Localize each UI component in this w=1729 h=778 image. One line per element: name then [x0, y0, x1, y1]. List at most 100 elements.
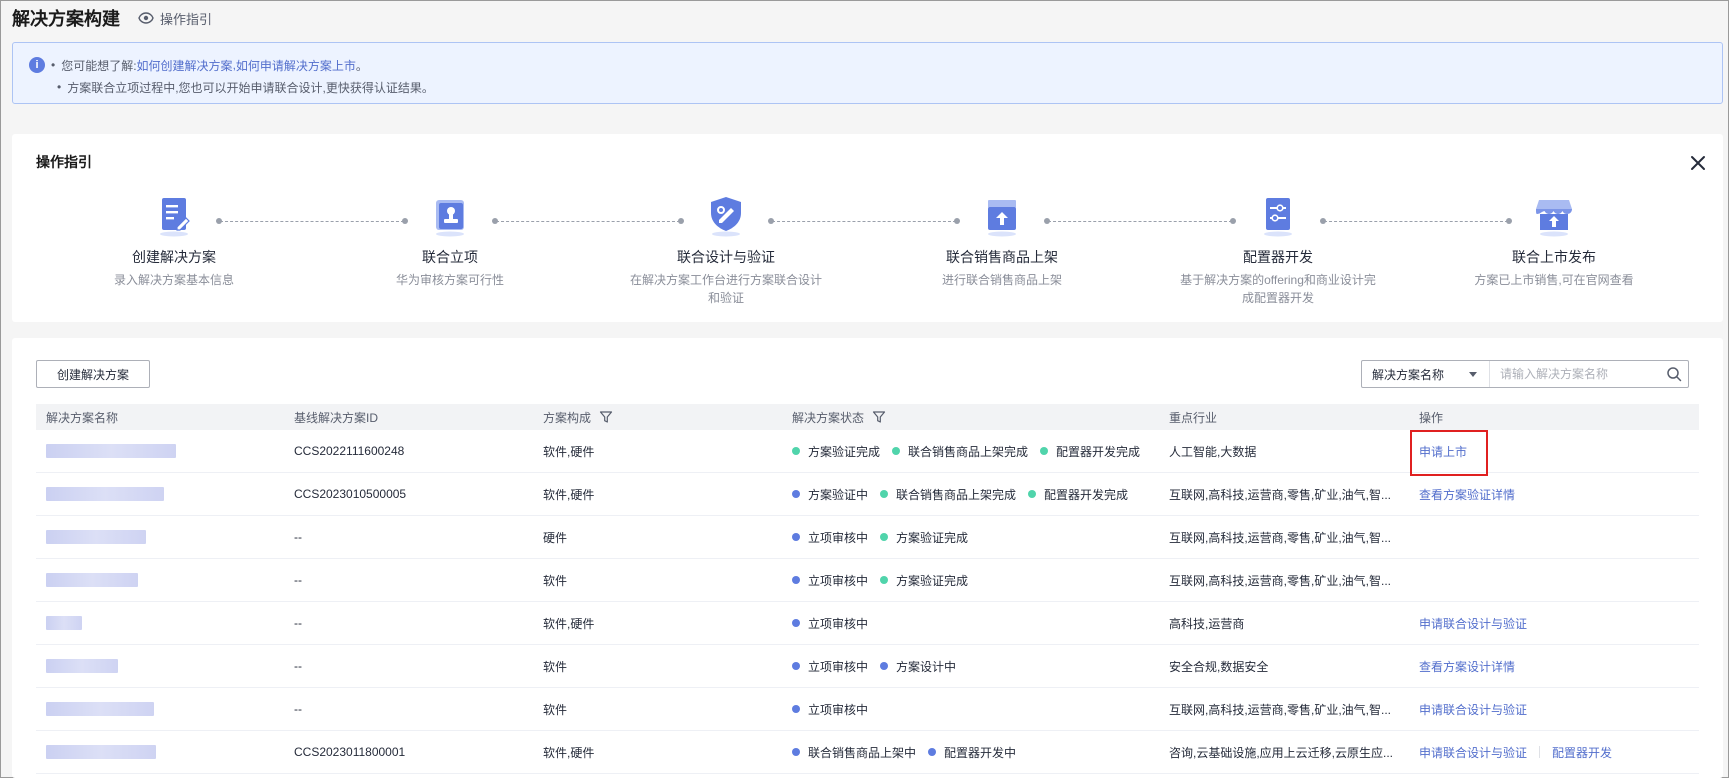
- status-dot-icon: [792, 619, 800, 627]
- column-header: 操作: [1419, 410, 1444, 425]
- bullet: •: [51, 58, 56, 72]
- redacted-solution-name[interactable]: [46, 745, 156, 759]
- guide-step-design: 联合设计与验证 在解决方案工作台进行方案联合设计和验证: [626, 194, 826, 307]
- status-badge: 联合销售商品上架中: [792, 744, 916, 761]
- search-input[interactable]: [1490, 361, 1660, 387]
- create-solution-button[interactable]: 创建解决方案: [36, 360, 150, 388]
- status-label: 立项审核中: [808, 659, 869, 674]
- step-title: 联合上市发布: [1512, 249, 1596, 265]
- base-id-cell: CCS2022111600248: [294, 444, 405, 458]
- status-cell: 立项审核中 方案设计中: [782, 645, 1159, 687]
- base-id-cell: CCS2023010500005: [294, 487, 407, 501]
- search-icon[interactable]: [1660, 361, 1688, 387]
- status-label: 立项审核中: [808, 530, 869, 545]
- redacted-solution-name[interactable]: [46, 444, 176, 458]
- solution-name-cell[interactable]: [36, 473, 284, 515]
- row-action-link[interactable]: 申请联合设计与验证: [1419, 701, 1527, 718]
- table-row: -- 软件 立项审核中 互联网,高科技,运营商,零售,矿业,油气,智... 申请联合设计…: [36, 688, 1699, 731]
- base-id-cell: --: [294, 530, 302, 544]
- status-dot-icon: [880, 490, 889, 498]
- base-id-cell: --: [294, 659, 302, 673]
- filter-icon[interactable]: [599, 410, 613, 424]
- actions-cell: 查看方案设计详情: [1409, 645, 1699, 687]
- status-dot-icon: [880, 533, 889, 541]
- redacted-solution-name[interactable]: [46, 573, 138, 587]
- step-desc: 在解决方案工作台进行方案联合设计和验证: [629, 273, 822, 305]
- solution-name-cell[interactable]: [36, 559, 284, 601]
- search-field-select[interactable]: 解决方案名称: [1362, 361, 1490, 387]
- close-icon[interactable]: [1689, 154, 1707, 172]
- status-label: 立项审核中: [808, 616, 869, 631]
- status-label: 方案验证中: [808, 487, 869, 502]
- industry-cell: 互联网,高科技,运营商,零售,矿业,油气,智...: [1169, 530, 1392, 545]
- step-title: 联合设计与验证: [677, 249, 775, 265]
- highlight-annotation: [1410, 430, 1488, 476]
- row-action-link[interactable]: 查看方案设计详情: [1419, 658, 1515, 675]
- status-dot-icon: [792, 490, 800, 498]
- status-label: 立项审核中: [808, 573, 869, 588]
- redacted-solution-name[interactable]: [46, 702, 154, 716]
- action-divider: [1539, 746, 1541, 758]
- solution-name-cell[interactable]: [36, 731, 284, 773]
- status-label: 方案验证完成: [896, 530, 969, 545]
- info-suffix: 。: [355, 58, 368, 73]
- row-action-link[interactable]: 查看方案验证详情: [1419, 486, 1515, 503]
- table-row: CCS2023010500005 软件,硬件 方案验证中 联合销售商品上架完成 配置器开…: [36, 473, 1699, 516]
- guide-toggle-link[interactable]: 操作指引: [138, 9, 212, 28]
- column-header: 基线解决方案ID: [294, 410, 379, 425]
- store-publish-icon: [1536, 200, 1572, 237]
- solution-name-cell[interactable]: [36, 645, 284, 687]
- redacted-solution-name[interactable]: [46, 659, 118, 673]
- status-label: 配置器开发完成: [1056, 444, 1141, 459]
- status-dot-icon: [792, 576, 800, 584]
- search-field-value: 解决方案名称: [1372, 367, 1445, 382]
- solution-name-cell[interactable]: [36, 430, 284, 472]
- solution-name-cell[interactable]: [36, 688, 284, 730]
- actions-cell: [1409, 559, 1699, 601]
- row-action-link[interactable]: 申请联合设计与验证: [1419, 615, 1527, 632]
- info-text-2: 方案联合立项过程中,您也可以开始申请联合设计,更快获得认证结果。: [67, 80, 434, 95]
- page-header: 解决方案构建 操作指引: [12, 6, 212, 30]
- status-dot-icon: [880, 662, 889, 670]
- solution-list-panel: 创建解决方案 解决方案名称 解决方案名称 基线解决方案ID 方案构成 解决方案状…: [12, 338, 1723, 778]
- how-to-create-link[interactable]: 如何创建解决方案: [137, 57, 233, 74]
- search-box: 解决方案名称: [1361, 360, 1689, 388]
- industry-cell: 人工智能,大数据: [1169, 444, 1257, 459]
- actions-cell: 申请联合设计与验证 配置器开发: [1409, 731, 1699, 773]
- filter-icon[interactable]: [872, 410, 886, 424]
- status-dot-icon: [928, 748, 937, 756]
- chevron-down-icon: [1469, 372, 1477, 377]
- guide-toggle-label: 操作指引: [160, 11, 213, 27]
- redacted-solution-name[interactable]: [46, 487, 164, 501]
- status-cell: 立项审核中 方案验证完成: [782, 516, 1159, 558]
- status-label: 方案验证完成: [808, 444, 881, 459]
- industry-cell: 高科技,运营商: [1169, 616, 1245, 631]
- document-edit-icon: [160, 198, 190, 237]
- row-action-link[interactable]: 配置器开发: [1552, 744, 1612, 761]
- status-badge: 方案验证完成: [880, 529, 968, 546]
- redacted-solution-name[interactable]: [46, 616, 82, 630]
- status-badge: 立项审核中: [792, 701, 868, 718]
- table-row: -- 硬件 立项审核中 方案验证完成 互联网,高科技,运营商,零售,矿业,油气,智...: [36, 516, 1699, 559]
- status-dot-icon: [792, 705, 800, 713]
- status-badge: 方案验证中: [792, 486, 868, 503]
- solution-name-cell[interactable]: [36, 516, 284, 558]
- status-dot-icon: [892, 447, 901, 455]
- row-action-link[interactable]: 申请联合设计与验证: [1419, 744, 1527, 761]
- info-line-1: i • 您可能想了解: 如何创建解决方案 , 如何申请解决方案上市 。: [29, 54, 1722, 76]
- step-title: 联合销售商品上架: [946, 249, 1058, 265]
- actions-cell: 查看方案验证详情: [1409, 473, 1699, 515]
- guide-panel-title: 操作指引: [36, 154, 92, 170]
- status-dot-icon: [792, 533, 800, 541]
- how-to-launch-link[interactable]: 如何申请解决方案上市: [236, 57, 356, 74]
- redacted-solution-name[interactable]: [46, 530, 146, 544]
- info-banner: i • 您可能想了解: 如何创建解决方案 , 如何申请解决方案上市 。 • 方案…: [12, 42, 1723, 104]
- composition-cell: 软件,硬件: [543, 745, 595, 760]
- status-dot-icon: [792, 447, 800, 455]
- status-cell: 立项审核中: [782, 688, 1159, 730]
- status-label: 配置器开发中: [944, 745, 1017, 760]
- status-cell: 方案验证完成 联合销售商品上架完成 配置器开发完成: [782, 430, 1159, 472]
- status-badge: 立项审核中: [792, 529, 868, 546]
- solution-name-cell[interactable]: [36, 602, 284, 644]
- step-title: 配置器开发: [1243, 249, 1313, 265]
